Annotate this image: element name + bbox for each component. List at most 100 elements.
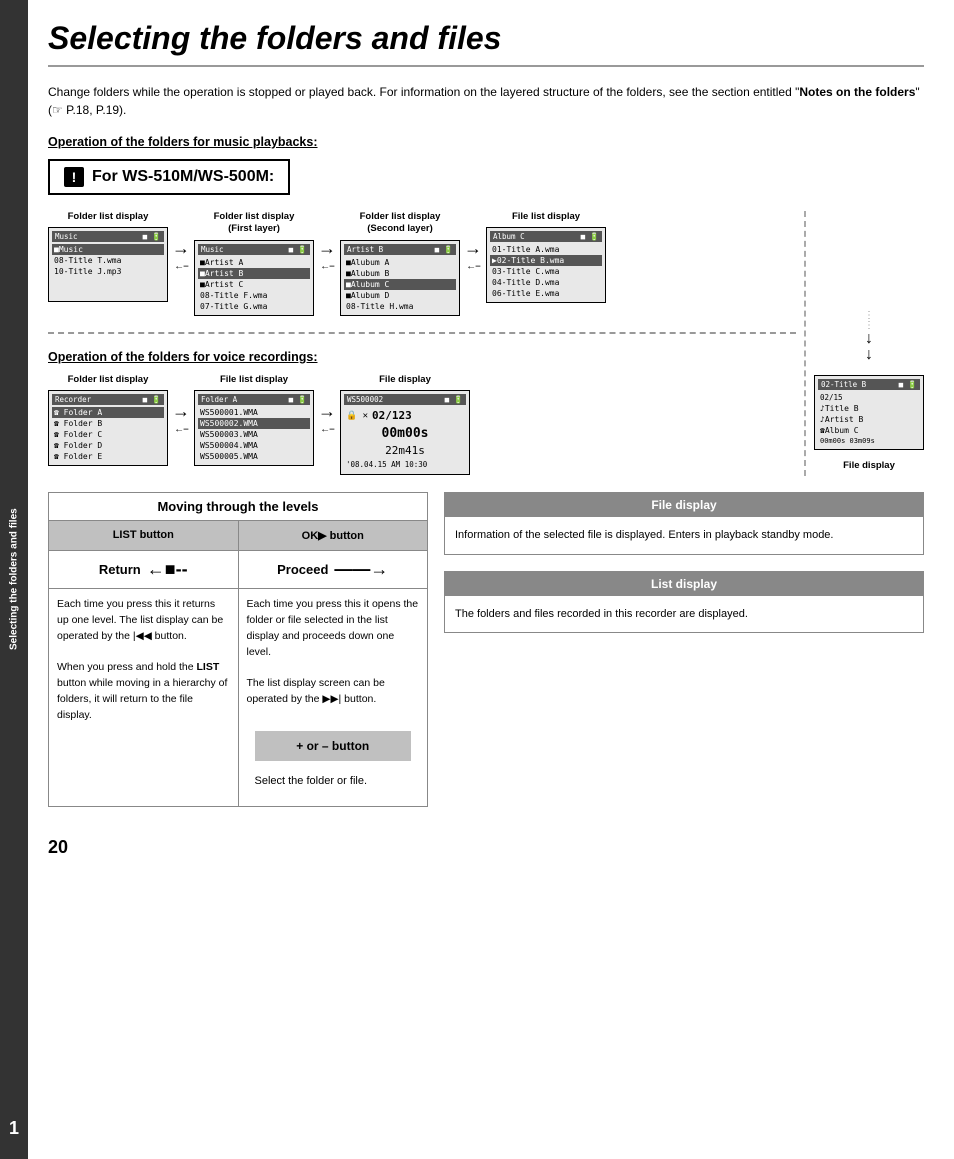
ok-desc: Each time you press this it opens the fo… [239,589,428,806]
levels-actions-row: Return ←■-- Proceed ——→ [49,551,427,589]
screen-row: ♪Artist B [818,414,920,425]
list-display-info-title: List display [445,572,923,596]
music-screen-1: Folder list display Music■ 🔋 ■Music 08-T… [48,211,168,302]
arrow-1: → ←-- [172,239,190,272]
main-content: Selecting the folders and files Change f… [28,0,954,1159]
return-action: Return ←■-- [49,551,239,588]
screen-row: 06-Title E.wma [490,288,602,299]
screen-row: ☎ Folder A [52,407,164,418]
file-display-info-box: File display Information of the selected… [444,492,924,555]
music-screen-2: Folder list display(First layer) Music■ … [194,211,314,316]
return-arrow-icon: ←■-- [147,559,188,580]
screen-row: ■Music [52,244,164,255]
voice-screen-2: File list display Folder A■ 🔋 WS500001.W… [194,374,314,466]
screen-row: ■Alubum C [344,279,456,290]
screen-row: WS500004.WMA [198,440,310,451]
screen-row: ☎ Folder D [52,440,164,451]
intro-text: Change folders while the operation is st… [48,83,924,119]
voice-screen-display-1: Recorder■ 🔋 ☎ Folder A ☎ Folder B ☎ Fold… [48,390,168,466]
screen-row: ☎ Folder B [52,418,164,429]
down-arrow-area: ⋮ ⋮ ↓ ↓ [864,311,874,363]
levels-section: Moving through the levels LIST button OK… [48,492,924,807]
ok-button[interactable]: OK▶ button [239,521,428,550]
list-display-info-content: The folders and files recorded in this r… [445,596,923,633]
list-display-info-box: List display The folders and files recor… [444,571,924,634]
page-container: 1 Selecting the folders and files Select… [0,0,954,1159]
arrow-left-dashed: ←-- [320,424,334,435]
voice-arrow-1: → ←-- [172,402,190,435]
upper-right: ⋮ ⋮ ↓ ↓ 02-Title B■ 🔋 02/15 ♪Title B ♪Ar… [804,211,924,476]
return-label: Return [99,562,141,577]
proceed-action: Proceed ——→ [239,551,428,588]
file-display-info-title: File display [445,493,923,517]
levels-right: File display Information of the selected… [444,492,924,633]
page-title: Selecting the folders and files [48,20,924,67]
voice-screen-label-3: File display [379,374,431,386]
screen-row: 04-Title D.wma [490,277,602,288]
screen-row: WS500001.WMA [198,407,310,418]
arrow-left-dashed: ←-- [320,261,334,272]
title-bar-2: Music■ 🔋 [198,244,310,255]
voice-file-info: 🔒 ✕ 02/123 [344,407,466,424]
arrow-left-dashed: ←-- [466,261,480,272]
screen-label-4: File list display [512,211,580,223]
file-display-label-right: File display [843,460,895,472]
levels-buttons-row: LIST button OK▶ button [49,521,427,551]
intro-bold: Notes on the folders [799,85,915,99]
side-tab: 1 Selecting the folders and files [0,0,28,1159]
screen-row: ■Artist A [198,257,310,268]
voice-section-header: Operation of the folders for voice recor… [48,350,796,364]
voice-time-1: 00m00s [344,424,466,443]
voice-title-bar-1: Recorder■ 🔋 [52,394,164,405]
screen-display-1: Music■ 🔋 ■Music 08-Title T.wma 10-Title … [48,227,168,302]
screen-display-2: Music■ 🔋 ■Artist A ■Artist B ■Artist C 0… [194,240,314,316]
intro-text-1: Change folders while the operation is st… [48,85,799,99]
arrow-right-icon: → [318,402,336,420]
screen-row: ■Alubum D [344,290,456,301]
screen-row: ☎ Folder E [52,451,164,462]
music-section-header: Operation of the folders for music playb… [48,135,924,149]
voice-file-count: 02/123 [372,409,412,422]
title-bar-3: Artist B■ 🔋 [344,244,456,255]
screen-row: WS500003.WMA [198,429,310,440]
voice-screens-row: Folder list display Recorder■ 🔋 ☎ Folder… [48,374,796,475]
music-file-screen: 02-Title B■ 🔋 02/15 ♪Title B ♪Artist B ☎… [814,375,924,450]
voice-screen-1: Folder list display Recorder■ 🔋 ☎ Folder… [48,374,168,466]
screen-display-3: Artist B■ 🔋 ■Alubum A ■Alubum B ■Alubum … [340,240,460,316]
levels-left-box: Moving through the levels LIST button OK… [48,492,428,807]
voice-screen-display-2: Folder A■ 🔋 WS500001.WMA WS500002.WMA WS… [194,390,314,466]
music-file-title-bar: 02-Title B■ 🔋 [818,379,920,390]
screen-row: 00m00s 03m09s [818,436,920,446]
proceed-label: Proceed [277,562,328,577]
arrow-right-icon: → [464,239,482,257]
voice-file-icons: 🔒 ✕ [346,411,368,421]
proceed-arrow-icon: ——→ [334,559,388,580]
screen-display-4: Album C■ 🔋 01-Title A.wma ▶02-Title B.wm… [486,227,606,303]
screen-label-2: Folder list display(First layer) [214,211,295,236]
list-button[interactable]: LIST button [49,521,239,550]
levels-title: Moving through the levels [49,493,427,521]
model-icon: ! [64,167,84,187]
music-screens-row: Folder list display Music■ 🔋 ■Music 08-T… [48,211,796,316]
upper-area: Folder list display Music■ 🔋 ■Music 08-T… [48,211,924,476]
screen-label-1: Folder list display [68,211,149,223]
title-bar-1: Music■ 🔋 [52,231,164,242]
plus-or-button[interactable]: + or – button [255,731,412,761]
side-tab-number: 1 [9,1118,19,1139]
voice-date: '08.04.15 AM 10:30 [344,458,466,471]
voice-screen-3: File display WS500002■ 🔋 🔒 ✕ 02/123 00m0… [340,374,470,475]
screen-row: ☎ Folder C [52,429,164,440]
arrow-left-dashed: ←-- [174,424,188,435]
music-file-display: 02-Title B■ 🔋 02/15 ♪Title B ♪Artist B ☎… [814,375,924,450]
list-bold: LIST [197,661,220,673]
voice-time-2: 22m41s [344,443,466,458]
dashed-divider [48,332,796,334]
arrow-right-icon: → [172,402,190,420]
screen-row: 07-Title G.wma [198,301,310,312]
voice-arrow-2: → ←-- [318,402,336,435]
intro-ref: ☞ P.18, P.19 [52,103,119,117]
screen-row: 08-Title H.wma [344,301,456,312]
model-label: For WS-510M/WS-500M: [92,168,274,186]
levels-desc-row: Each time you press this it returns up o… [49,589,427,806]
arrow-2: → ←-- [318,239,336,272]
